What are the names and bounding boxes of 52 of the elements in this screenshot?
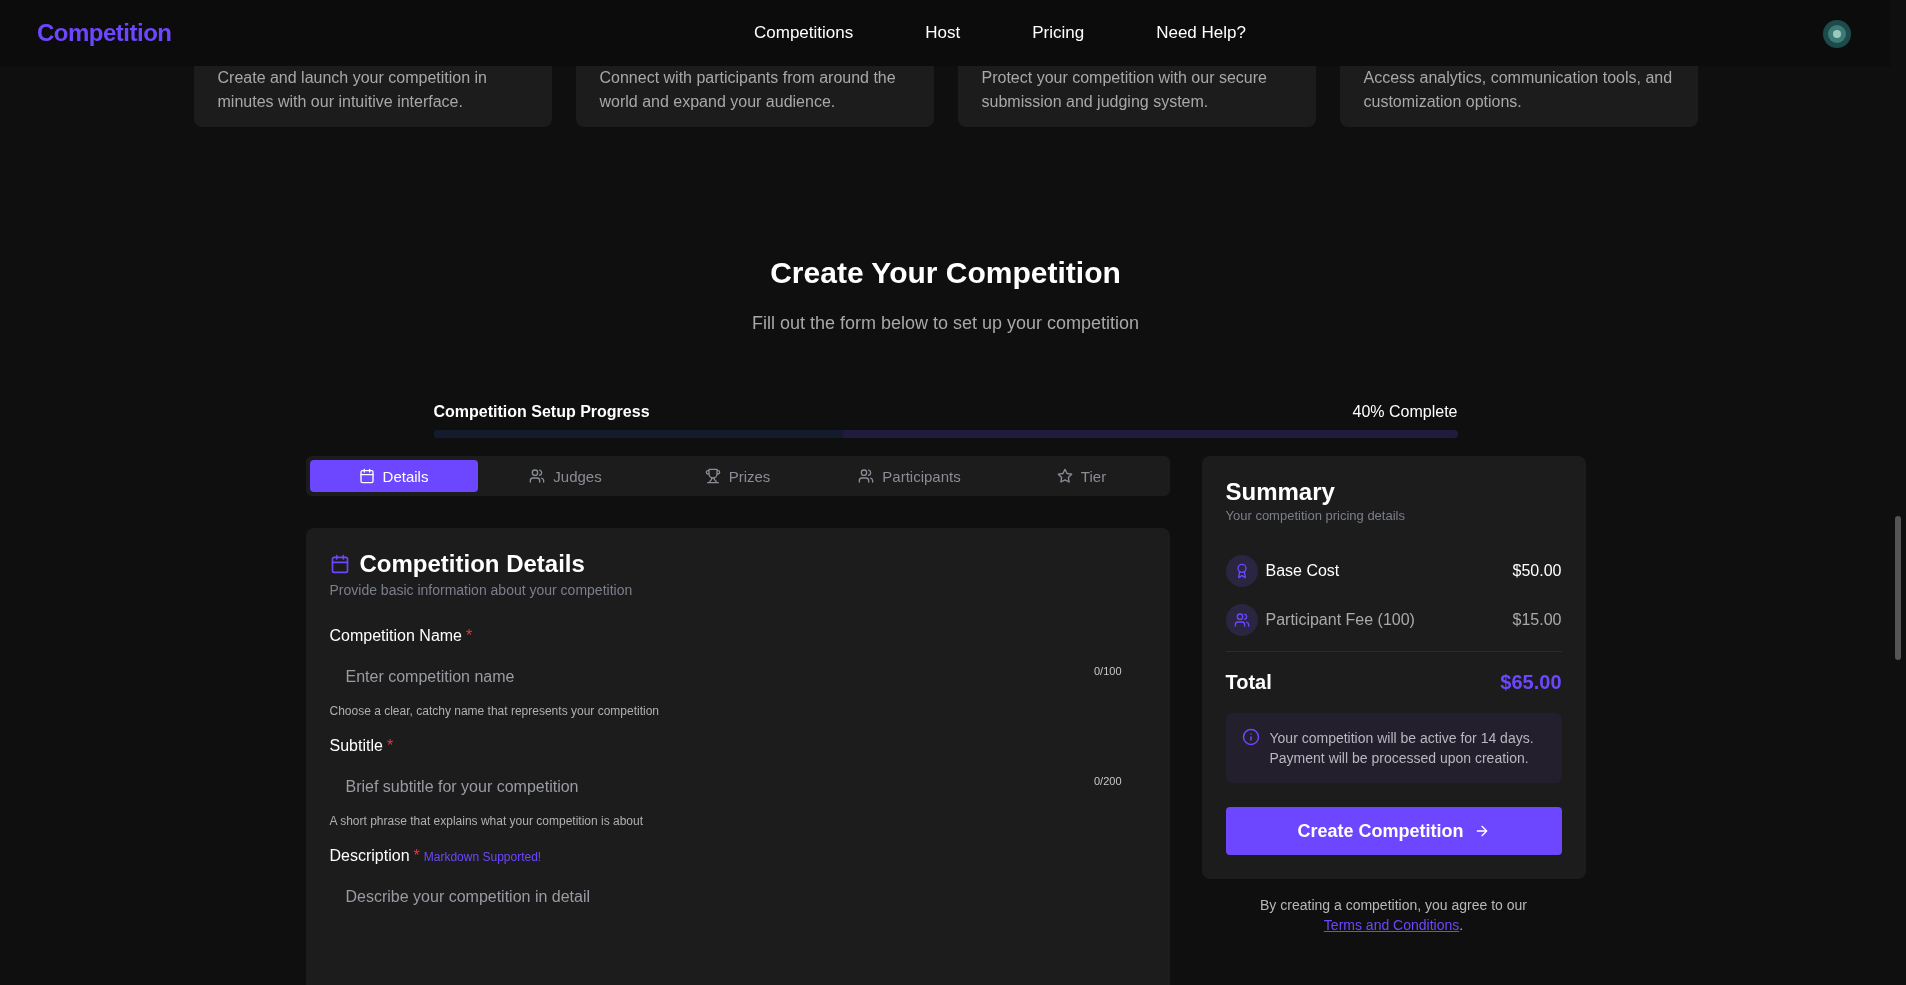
tab[interactable]: Tier: [997, 460, 1166, 492]
field-label: Description: [329, 846, 410, 866]
nav-link[interactable]: Pricing: [1032, 23, 1085, 43]
required-mark: *: [386, 736, 394, 756]
total-amount: $65.00: [1500, 670, 1562, 694]
page-subtitle: Fill out the form below to set up your competition: [750, 312, 1141, 335]
feature-text: Access analytics, communication tools, and customization options.: [1363, 68, 1674, 112]
feature-text: Create and launch your competition in minutes with our intuitive interface.: [217, 68, 488, 112]
info-icon: [1241, 728, 1260, 746]
cost-label: Participant Fee (100): [1265, 611, 1416, 629]
help-text: A short phrase that explains what your competition is about: [329, 813, 644, 829]
summary-title: Summary: [1225, 477, 1336, 507]
star-icon: [1056, 468, 1073, 484]
cost-amount: $50.00: [1512, 562, 1562, 580]
help-text: Choose a clear, catchy name that represents your competition: [329, 703, 660, 719]
total-label: Total: [1225, 670, 1272, 694]
progress-label: Competition Setup Progress: [433, 402, 650, 422]
summary-subtitle: Your competition pricing details: [1225, 507, 1406, 525]
tab[interactable]: Prizes: [653, 460, 822, 492]
required-mark: *: [466, 626, 473, 646]
avatar-icon[interactable]: [1823, 20, 1851, 48]
users-icon: [529, 468, 546, 484]
form-subtitle: Provide basic information about your competition: [329, 581, 634, 600]
users-icon: [858, 468, 875, 484]
field-label: Subtitle: [329, 736, 383, 756]
nav-link[interactable]: Need Help?: [1156, 23, 1246, 43]
markdown-note: Markdown Supported!: [423, 849, 542, 866]
calendar-icon: [358, 468, 375, 484]
character-counter: 0/100: [1093, 665, 1122, 677]
nav-link[interactable]: Host: [925, 23, 961, 43]
field-label: Competition Name: [329, 626, 462, 646]
form-title: Competition Details: [359, 549, 585, 579]
tab[interactable]: Judges: [481, 460, 650, 492]
create-competition-button[interactable]: Create Competition: [1225, 807, 1562, 855]
required-mark: *: [413, 846, 420, 866]
calendar-icon: [329, 554, 350, 574]
nav-link[interactable]: Competitions: [754, 23, 854, 43]
feature-text: Protect your competition with our secure submission and judging system.: [981, 68, 1268, 112]
trophy-icon: [704, 468, 721, 484]
cost-label: Base Cost: [1265, 562, 1341, 580]
tab[interactable]: Participants: [825, 460, 994, 492]
page-title: Create Your Competition: [769, 255, 1122, 291]
terms-text: By creating a competition, you agree to our Terms and Conditions.: [1259, 896, 1528, 935]
description-field[interactable]: Describe your competition in detail: [329, 874, 1146, 964]
logo[interactable]: Competition: [37, 19, 172, 47]
info-text: Your competition will be active for 14 days. Payment will be processed upon creation.: [1269, 729, 1534, 768]
tab[interactable]: Details: [309, 460, 478, 492]
cost-amount: $15.00: [1512, 611, 1562, 629]
scrollbar-thumb[interactable]: [1895, 516, 1901, 660]
character-counter: 0/200: [1093, 775, 1122, 787]
feature-text: Connect with participants from around the world and expand your audience.: [599, 68, 897, 112]
progress-reading: 40% Complete: [1352, 402, 1458, 422]
